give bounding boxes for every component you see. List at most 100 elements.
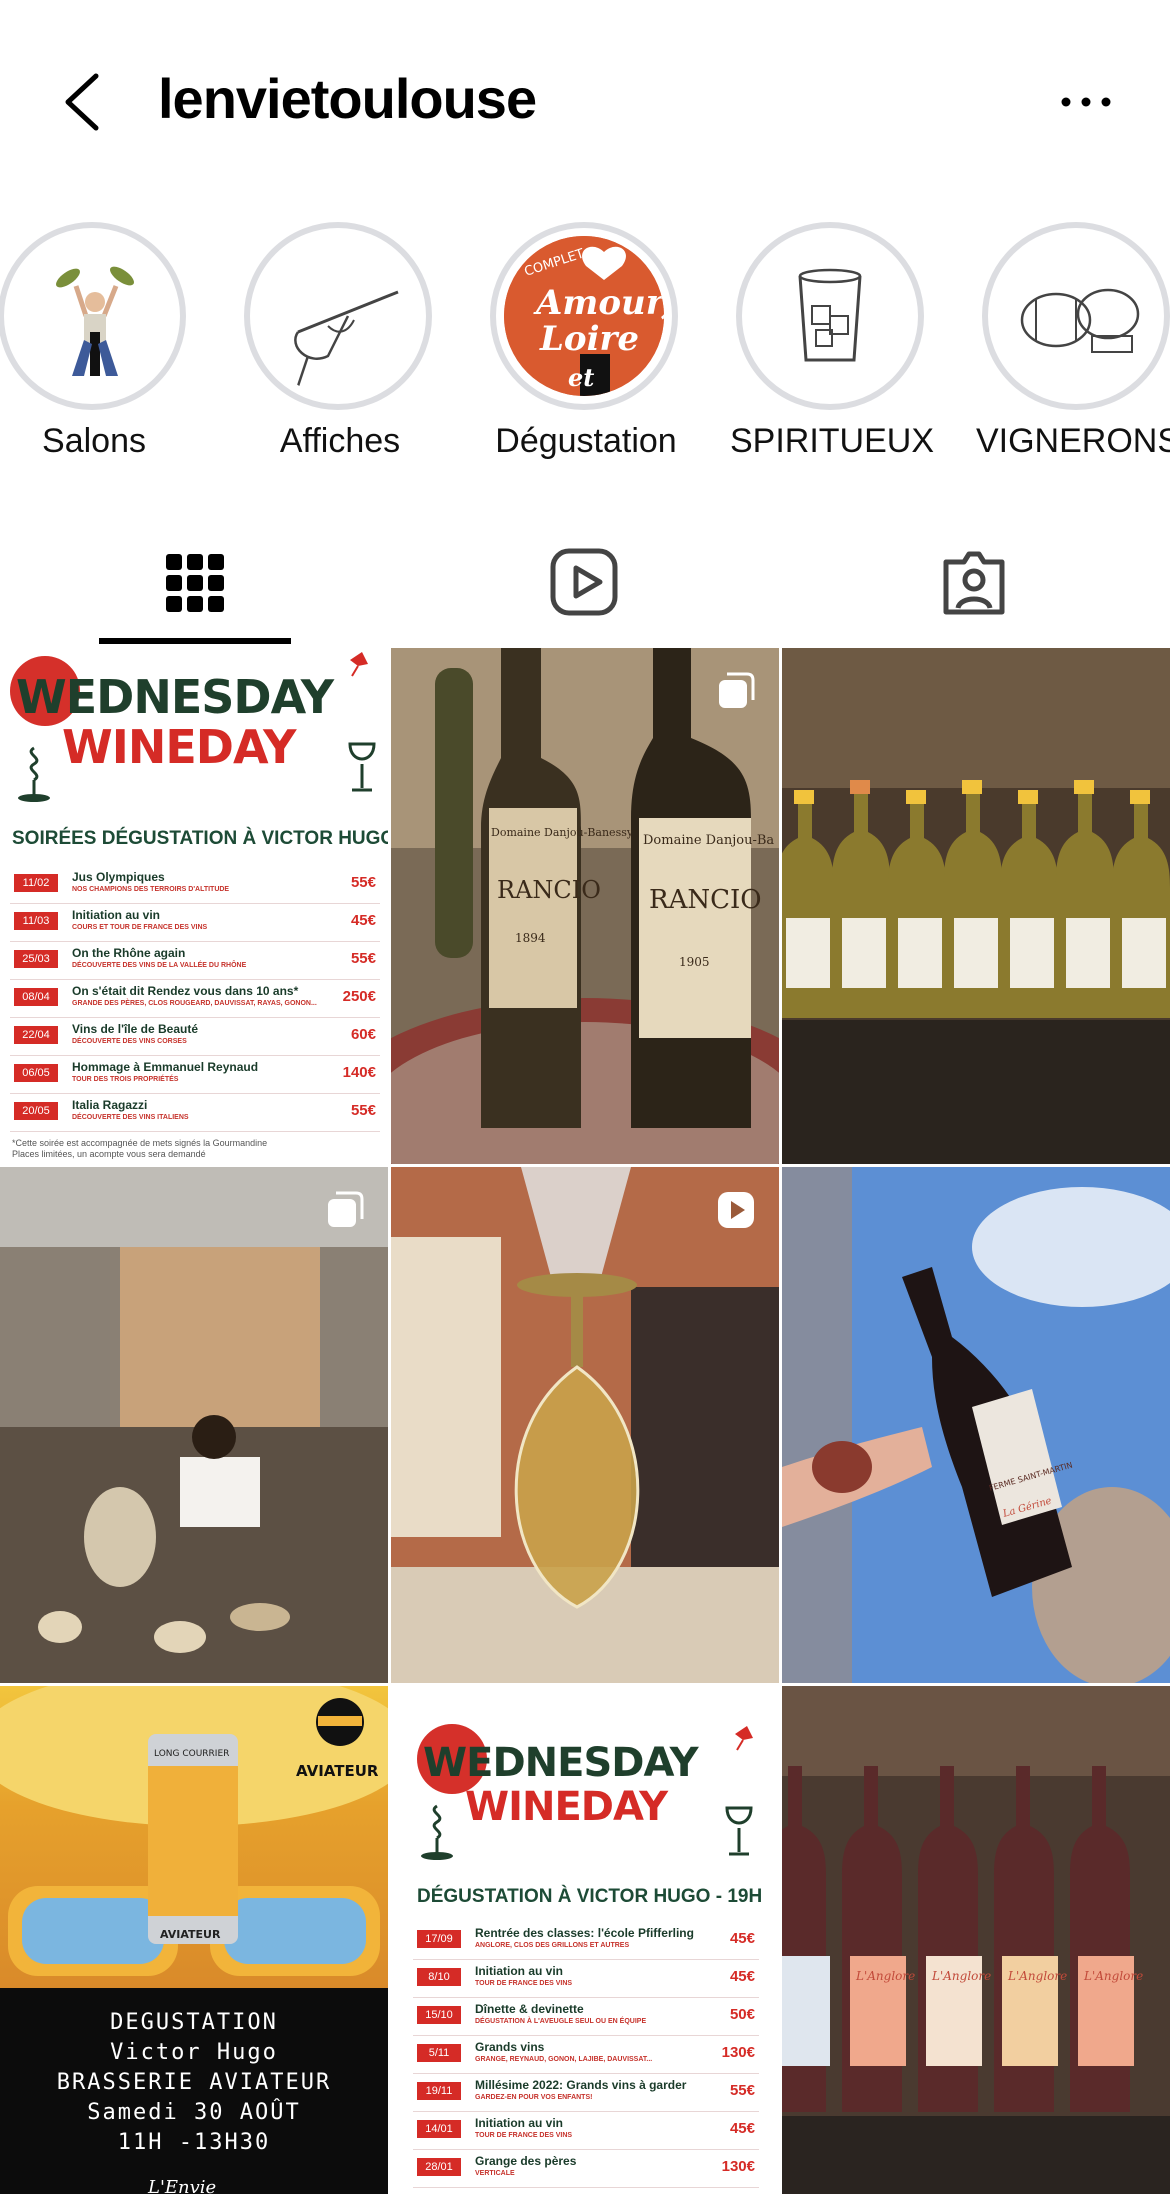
post-aviateur-degustation[interactable]: LONG COURRIER AVIATEUR AVIATEUR DEGUSTAT… <box>0 1686 388 2194</box>
event-price: 55€ <box>350 1102 376 1119</box>
event-price: 45€ <box>350 912 376 929</box>
event-date: 06/05 <box>14 1064 58 1082</box>
tagged-icon <box>943 551 1005 615</box>
bottle-wine-name: RANCIO <box>497 876 601 904</box>
reel-icon <box>718 1192 754 1228</box>
poster-note: *Cette soirée est accompagnée de mets si… <box>12 1138 267 1160</box>
poster-note-line: *Cette soirée est accompagnée de mets si… <box>12 1138 268 1148</box>
bottle-sky-photo: FERME SAINT-MARTIN La Gérine <box>782 1167 1170 1683</box>
event-name: Rentrée des classes: l'école Pfifferling <box>475 1926 694 1940</box>
reels-icon <box>550 548 618 616</box>
post-rancio-bottles[interactable]: Domaine Danjou-Banessy RANCIO 1894 Domai… <box>391 648 779 1164</box>
event-desc: GRANDE DES PÈRES, CLOS ROUGEARD, DAUVISS… <box>72 1000 317 1007</box>
more-options-button[interactable] <box>1054 86 1118 116</box>
pin-icon <box>735 1726 753 1751</box>
aviateur-brand-text: AVIATEUR <box>296 1762 379 1780</box>
post-wednesday-wineday-2[interactable]: WEDNESDAY WINEDAY DÉGUSTATION À VICTOR H… <box>391 1686 779 2194</box>
event-price: 140€ <box>342 1064 376 1081</box>
more-icon <box>1061 97 1111 107</box>
event-date: 17/09 <box>417 1930 461 1948</box>
highlight-cover-degustation: COMPLET Amour, Loire et <box>504 236 664 396</box>
event-desc: DÉGUSTATION À L'AVEUGLE SEUL OU EN ÉQUIP… <box>475 2018 647 2025</box>
aviateur-line: Victor Hugo <box>110 2040 278 2065</box>
event-row: 25/03 On the Rhône again DÉCOUVERTE DES … <box>10 942 380 980</box>
post-wednesday-wineday-1[interactable]: WEDNESDAY WINEDAY SOIRÉES DÉGUSTATION À … <box>0 648 388 1164</box>
bottle-brand-text: L'Anglore <box>931 1969 991 1983</box>
event-date: 25/03 <box>14 950 58 968</box>
tab-tagged[interactable] <box>780 530 1170 648</box>
highlight-spiritueux[interactable]: SPIRITUEUX <box>730 218 934 480</box>
event-name: Jus Olympiques <box>72 870 165 884</box>
poster-title-line1: WEDNESDAY <box>16 670 334 724</box>
poster-title-line1: WEDNESDAY <box>423 1740 699 1786</box>
highlight-label: SPIRITUEUX <box>729 422 935 460</box>
event-price: 45€ <box>729 1930 755 1947</box>
highlight-vignerons[interactable]: VIGNERONS <box>976 218 1170 480</box>
tab-reels[interactable] <box>390 530 780 648</box>
bottle-year: 1894 <box>515 931 546 945</box>
event-date: 19/11 <box>417 2082 461 2100</box>
carousel-icon <box>328 1191 364 1227</box>
event-name: Initiation au vin <box>475 1964 564 1978</box>
back-arrow-icon <box>65 73 99 131</box>
bottle-brand-text: L'Anglore <box>855 1969 915 1983</box>
event-name: Grange des pères <box>475 2154 577 2168</box>
pin-icon <box>350 652 368 677</box>
event-name: Initiation au vin <box>72 908 161 922</box>
event-date: 14/01 <box>417 2120 461 2138</box>
can-brand-text: LONG COURRIER <box>154 1749 229 1759</box>
event-price: 250€ <box>342 988 376 1005</box>
post-shop-window[interactable] <box>0 1167 388 1683</box>
highlight-salons[interactable]: Salons <box>0 218 194 480</box>
rancio-photo: Domaine Danjou-Banessy RANCIO 1894 Domai… <box>391 648 779 1164</box>
posts-grid: WEDNESDAY WINEDAY SOIRÉES DÉGUSTATION À … <box>0 648 1170 2194</box>
event-name: On s'était dit Rendez vous dans 10 ans* <box>72 984 299 998</box>
event-date: 11/02 <box>14 874 58 892</box>
highlight-degustation[interactable]: COMPLET Amour, Loire et Dégustation <box>486 218 686 480</box>
aviateur-line: 11H -13H30 <box>117 2130 271 2155</box>
highlight-image-text: et <box>568 363 594 392</box>
bottle-label-text: Domaine Danjou-Ba <box>643 833 774 848</box>
post-anglore-bottles[interactable]: L'Anglore L'Anglore L'Anglore L'Anglore <box>782 1686 1170 2194</box>
event-desc: VERTICALE <box>475 2170 515 2177</box>
event-list: 11/02 Jus Olympiques NOS CHAMPIONS DES T… <box>10 866 380 1132</box>
event-price: 45€ <box>729 1968 755 1985</box>
post-wine-lineup[interactable] <box>782 648 1170 1164</box>
event-price: 55€ <box>350 950 376 967</box>
aviateur-line: DEGUSTATION <box>110 2010 278 2035</box>
event-row: 22/04 Vins de l'île de Beauté DÉCOUVERTE… <box>10 1018 380 1056</box>
wine-glass-icon <box>348 742 376 792</box>
event-date: 5/11 <box>417 2044 461 2062</box>
event-name: Millésime 2022: Grands vins à garder <box>475 2078 687 2092</box>
post-whisky-blend[interactable] <box>391 1167 779 1683</box>
event-desc: NOS CHAMPIONS DES TERROIRS D'ALTITUDE <box>72 886 230 893</box>
event-row: 5/11 Grands vins GRANGE, REYNAUD, GONON,… <box>413 2036 759 2074</box>
highlight-image-text: Amour, <box>533 283 664 323</box>
post-bottle-sky[interactable]: FERME SAINT-MARTIN La Gérine <box>782 1167 1170 1683</box>
poster-subtitle: DÉGUSTATION À VICTOR HUGO - 19H <box>417 1886 763 1907</box>
poster-subtitle: SOIRÉES DÉGUSTATION À VICTOR HUGO <box>12 828 388 849</box>
event-row: 17/09 Rentrée des classes: l'école Pfiff… <box>413 1922 759 1960</box>
highlight-affiches[interactable]: Affiches <box>240 218 440 480</box>
event-desc: DÉCOUVERTE DES VINS CORSES <box>72 1038 187 1045</box>
event-row: 19/11 Millésime 2022: Grands vins à gard… <box>413 2074 759 2112</box>
poster-title-line2: WINEDAY <box>465 1784 668 1830</box>
event-desc: GRANGE, REYNAUD, GONON, LAJIBE, DAUVISSA… <box>475 2056 653 2063</box>
event-desc: TOUR DE FRANCE DES VINS <box>475 1980 573 1987</box>
highlight-label: Dégustation <box>495 422 677 460</box>
event-desc: DÉCOUVERTE DES VINS DE LA VALLÉE DU RHÔN… <box>72 962 247 969</box>
event-desc: DÉCOUVERTE DES VINS ITALIENS <box>72 1114 189 1121</box>
corkscrew-icon <box>421 1804 453 1860</box>
event-row: 11/02 Jus Olympiques NOS CHAMPIONS DES T… <box>10 866 380 904</box>
event-date: 20/05 <box>14 1102 58 1120</box>
bottle-wine-name: RANCIO <box>649 885 762 915</box>
back-button[interactable] <box>56 70 112 134</box>
event-row: 20/05 Italia Ragazzi DÉCOUVERTE DES VINS… <box>10 1094 380 1132</box>
event-row: 15/10 Dînette & devinette DÉGUSTATION À … <box>413 1998 759 2036</box>
tab-grid[interactable] <box>0 530 390 648</box>
event-price: 130€ <box>721 2158 755 2175</box>
aviateur-event-info: DEGUSTATION Victor Hugo BRASSERIE AVIATE… <box>8 1988 380 2194</box>
event-list: 17/09 Rentrée des classes: l'école Pfiff… <box>413 1922 759 2188</box>
event-name: On the Rhône again <box>72 946 186 960</box>
bottle-label-text: Domaine Danjou-Banessy <box>491 826 634 839</box>
